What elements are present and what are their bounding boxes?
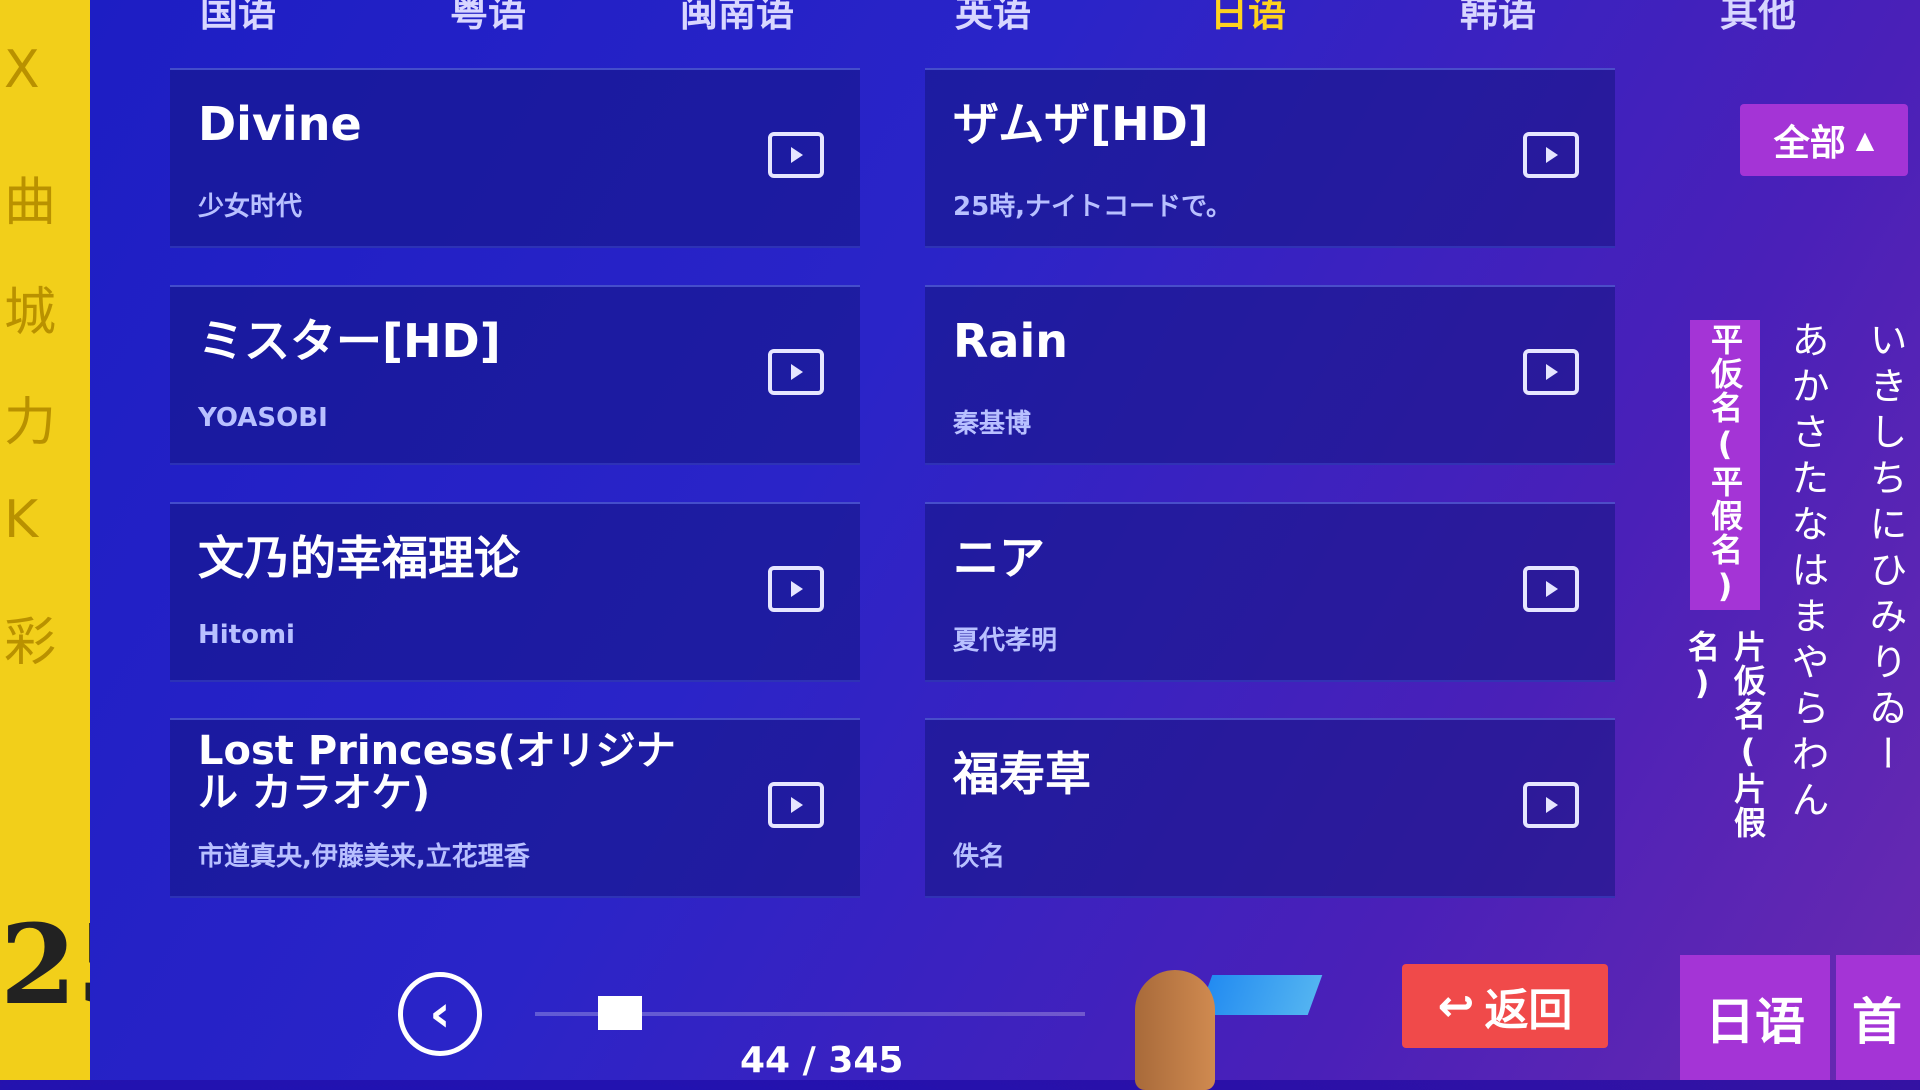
home-button[interactable]: 首 bbox=[1836, 955, 1920, 1080]
song-card[interactable]: ザムザ[HD] 25時,ナイトコードで。 bbox=[925, 68, 1615, 248]
song-card[interactable]: Lost Princess(オリジナル カラオケ) 市道真央,伊藤美来,立花理香 bbox=[170, 718, 860, 898]
tab-korean[interactable]: 韩语 bbox=[1460, 0, 1536, 37]
song-artist: 少女时代 bbox=[198, 192, 303, 222]
song-card[interactable]: ミスター[HD] YOASOBI bbox=[170, 285, 860, 465]
song-artist: YOASOBI bbox=[198, 403, 328, 433]
song-title: 文乃的幸福理论 bbox=[198, 531, 520, 585]
language-button[interactable]: 日语 bbox=[1680, 955, 1830, 1080]
tab-katakana[interactable]: 片仮名(片假名) bbox=[1683, 630, 1767, 880]
song-artist: 市道真央,伊藤美来,立花理香 bbox=[198, 842, 530, 872]
play-icon[interactable] bbox=[1523, 349, 1579, 395]
page-counter: 44 / 345 bbox=[740, 1040, 904, 1081]
play-icon[interactable] bbox=[768, 782, 824, 828]
tab-hiragana[interactable]: 平仮名(平假名) bbox=[1690, 320, 1760, 610]
song-card[interactable]: 文乃的幸福理论 Hitomi bbox=[170, 502, 860, 682]
play-icon[interactable] bbox=[1523, 782, 1579, 828]
strip-char: 彩 bbox=[4, 613, 57, 673]
strip-char: 城 bbox=[4, 283, 57, 343]
play-icon[interactable] bbox=[1523, 566, 1579, 612]
finger-overlay bbox=[1135, 970, 1215, 1090]
page-slider-thumb[interactable] bbox=[598, 996, 642, 1030]
kana-index-panel: 平仮名(平假名) 片仮名(片假名) あかさたなはまやらわん いきしちにひみりゐー bbox=[1683, 320, 1920, 880]
strip-char: X bbox=[4, 40, 40, 100]
play-icon[interactable] bbox=[768, 566, 824, 612]
song-artist: 夏代孝明 bbox=[953, 626, 1058, 656]
song-artist: 25時,ナイトコードで。 bbox=[953, 192, 1233, 222]
song-artist: 佚名 bbox=[953, 842, 1006, 872]
triangle-up-icon: ▲ bbox=[1855, 126, 1875, 154]
left-side-strip: X 曲 城 力 K 彩 25 bbox=[0, 0, 153, 1080]
song-title: 福寿草 bbox=[953, 747, 1091, 801]
strip-char: 曲 bbox=[4, 173, 57, 233]
play-icon[interactable] bbox=[768, 132, 824, 178]
tab-mandarin[interactable]: 国语 bbox=[200, 0, 276, 37]
play-icon[interactable] bbox=[768, 349, 824, 395]
strip-char: K bbox=[4, 490, 39, 550]
return-label: 返回 bbox=[1484, 985, 1573, 1036]
song-title: ニア bbox=[953, 531, 1045, 585]
language-tabs: 国语 粤语 闽南语 英语 日语 韩语 其他 bbox=[110, 0, 1810, 42]
song-title: ミスター[HD] bbox=[198, 314, 501, 368]
tab-cantonese[interactable]: 粤语 bbox=[450, 0, 526, 37]
tab-japanese[interactable]: 日语 bbox=[1210, 0, 1286, 37]
song-title: Divine bbox=[198, 97, 362, 151]
song-artist: 秦基博 bbox=[953, 409, 1032, 439]
filter-all-button[interactable]: 全部 ▲ bbox=[1740, 104, 1908, 176]
song-card[interactable]: 福寿草 佚名 bbox=[925, 718, 1615, 898]
kana-column-a[interactable]: あかさたなはまやらわん bbox=[1780, 320, 1835, 826]
tab-other[interactable]: 其他 bbox=[1720, 0, 1796, 37]
play-icon[interactable] bbox=[1523, 132, 1579, 178]
filter-label: 全部 bbox=[1773, 123, 1846, 164]
kana-column-i[interactable]: いきしちにひみりゐー bbox=[1858, 320, 1913, 780]
song-title: ザムザ[HD] bbox=[953, 97, 1209, 151]
tab-hokkien[interactable]: 闽南语 bbox=[680, 0, 794, 37]
return-button[interactable]: ↩ 返回 bbox=[1402, 964, 1608, 1048]
decorative-glow bbox=[1197, 975, 1323, 1015]
song-card[interactable]: Rain 秦基博 bbox=[925, 285, 1615, 465]
song-card[interactable]: ニア 夏代孝明 bbox=[925, 502, 1615, 682]
song-card[interactable]: Divine 少女时代 bbox=[170, 68, 860, 248]
song-title: Rain bbox=[953, 314, 1068, 368]
return-arrow-icon: ↩ bbox=[1437, 980, 1475, 1032]
prev-page-button[interactable]: ‹ bbox=[398, 972, 482, 1056]
song-title: Lost Princess(オリジナル カラオケ) bbox=[198, 728, 676, 816]
strip-char: 力 bbox=[4, 393, 57, 453]
song-artist: Hitomi bbox=[198, 620, 295, 650]
tab-english[interactable]: 英语 bbox=[955, 0, 1031, 37]
